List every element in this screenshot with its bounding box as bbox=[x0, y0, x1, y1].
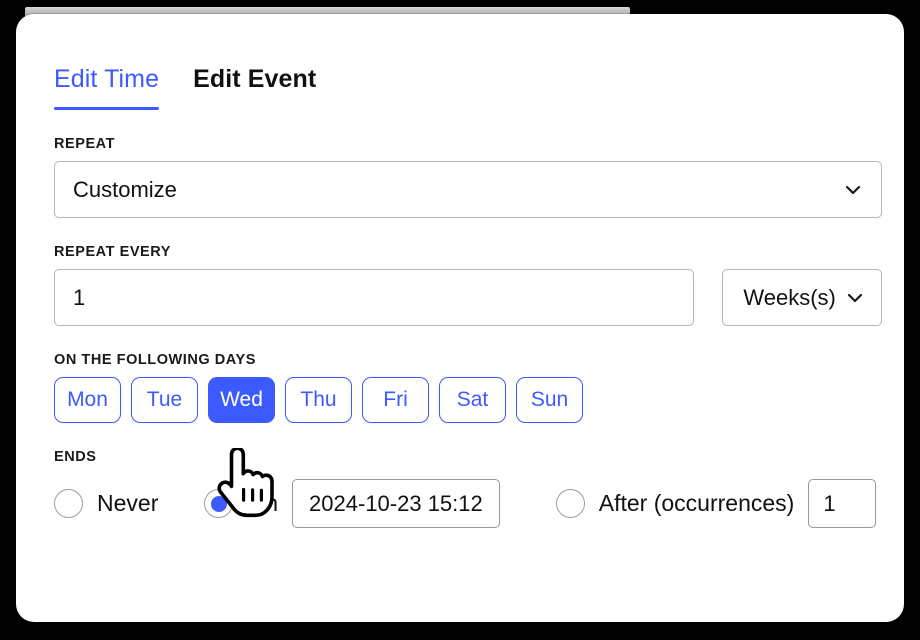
repeat-select-value: Customize bbox=[73, 176, 177, 202]
ends-never-option[interactable]: Never bbox=[54, 489, 158, 518]
chevron-down-icon bbox=[845, 288, 865, 308]
day-chip-sat-label: Sat bbox=[456, 388, 489, 411]
repeat-every-label: REPEAT EVERY bbox=[54, 244, 171, 260]
following-days-label: ON THE FOLLOWING DAYS bbox=[54, 352, 256, 368]
tab-edit-time[interactable]: Edit Time bbox=[54, 64, 160, 110]
ends-on-date-value: 2024-10-23 15:12 bbox=[309, 490, 483, 516]
day-chip-fri-label: Fri bbox=[383, 388, 408, 411]
day-chip-mon[interactable]: Mon bbox=[54, 377, 121, 423]
repeat-every-input[interactable]: 1 bbox=[54, 269, 695, 326]
ends-never-label: Never bbox=[97, 490, 159, 516]
radio-never[interactable] bbox=[54, 489, 83, 518]
radio-after[interactable] bbox=[555, 489, 585, 518]
day-chip-sat[interactable]: Sat bbox=[439, 377, 506, 423]
day-chip-group: Mon Tue Wed Thu Fri Sat Sun bbox=[54, 377, 882, 423]
day-chip-thu-label: Thu bbox=[300, 388, 337, 411]
day-chip-sun[interactable]: Sun bbox=[516, 377, 583, 423]
repeat-row: Customize bbox=[54, 161, 882, 218]
repeat-select[interactable]: Customize bbox=[54, 161, 882, 218]
tab-edit-event-label: Edit Event bbox=[193, 65, 317, 93]
repeat-every-row: 1 Weeks(s) bbox=[54, 269, 882, 326]
ends-label: ENDS bbox=[54, 449, 97, 465]
day-chip-tue[interactable]: Tue bbox=[131, 377, 198, 423]
day-chip-mon-label: Mon bbox=[67, 388, 108, 411]
day-chip-fri[interactable]: Fri bbox=[362, 377, 429, 423]
ends-on-label: On bbox=[247, 490, 279, 516]
repeat-unit-select[interactable]: Weeks(s) bbox=[722, 269, 882, 326]
radio-on[interactable] bbox=[204, 489, 234, 518]
repeat-unit-value: Weeks(s) bbox=[743, 284, 836, 310]
chevron-down-icon bbox=[843, 180, 863, 200]
day-chip-tue-label: Tue bbox=[146, 388, 183, 411]
ends-after-option[interactable]: After (occurrences) bbox=[555, 489, 795, 518]
tab-edit-event[interactable]: Edit Event bbox=[193, 64, 316, 110]
ends-after-count-input[interactable]: 1 bbox=[808, 479, 877, 528]
day-chip-wed-label: Wed bbox=[220, 388, 263, 411]
day-chip-wed[interactable]: Wed bbox=[208, 377, 275, 423]
tab-edit-time-label: Edit Time bbox=[54, 65, 160, 93]
day-chip-thu[interactable]: Thu bbox=[285, 377, 352, 423]
ends-on-date-input[interactable]: 2024-10-23 15:12 bbox=[292, 479, 500, 528]
tab-bar: Edit Time Edit Event bbox=[54, 48, 882, 110]
edit-schedule-card: Edit Time Edit Event REPEAT Customize RE… bbox=[16, 14, 904, 622]
ends-after-count-value: 1 bbox=[823, 490, 836, 516]
ends-after-label: After (occurrences) bbox=[598, 490, 795, 516]
repeat-every-input-value: 1 bbox=[73, 284, 86, 310]
ends-row: Never On 2024-10-23 15:12 After (occurre… bbox=[54, 479, 882, 528]
ends-on-option[interactable]: On bbox=[204, 489, 278, 518]
repeat-label: REPEAT bbox=[54, 136, 116, 152]
day-chip-sun-label: Sun bbox=[530, 388, 569, 411]
